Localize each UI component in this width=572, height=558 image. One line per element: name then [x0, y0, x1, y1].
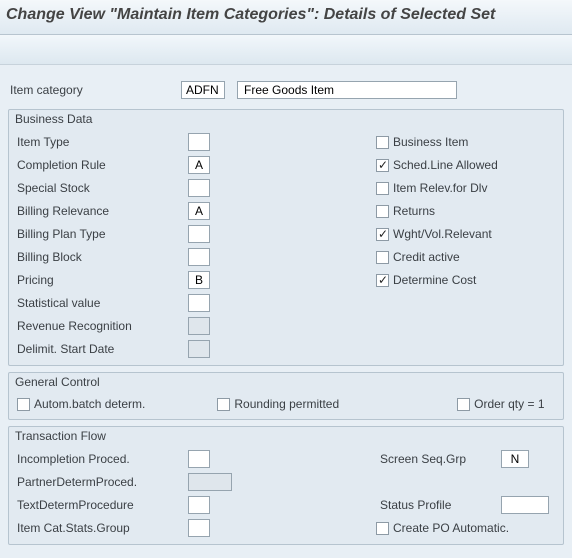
rounding-permitted[interactable]: Rounding permitted: [217, 397, 339, 411]
text-determ-procedure-input[interactable]: [188, 496, 210, 514]
wght-vol-relevant-label: Wght/Vol.Relevant: [393, 227, 492, 241]
business-item-label: Business Item: [393, 135, 468, 149]
credit-active-checkbox[interactable]: [376, 251, 389, 264]
statistical-value-input[interactable]: [188, 294, 210, 312]
status-profile-input[interactable]: [501, 496, 549, 514]
delimit-start-date-row: Delimit. Start Date: [13, 338, 368, 360]
pricing-input[interactable]: [188, 271, 210, 289]
page-title: Change View "Maintain Item Categories": …: [0, 0, 572, 35]
special-stock-input[interactable]: [188, 179, 210, 197]
sched-line-allowed-row[interactable]: Sched.Line Allowed: [376, 154, 559, 176]
item-cat-stats-group-label: Item Cat.Stats.Group: [13, 521, 188, 535]
group-title-business-data: Business Data: [15, 112, 92, 126]
special-stock-label: Special Stock: [13, 181, 188, 195]
delimit-start-date-input[interactable]: [188, 340, 210, 358]
returns-label: Returns: [393, 204, 435, 218]
autom-batch-checkbox[interactable]: [17, 398, 30, 411]
pricing-label: Pricing: [13, 273, 188, 287]
item-relev-for-dlv-row[interactable]: Item Relev.for Dlv: [376, 177, 559, 199]
completion-rule-input[interactable]: [188, 156, 210, 174]
screen-seq-input[interactable]: [501, 450, 529, 468]
sched-line-allowed-checkbox[interactable]: [376, 159, 389, 172]
revenue-recognition-label: Revenue Recognition: [13, 319, 188, 333]
create-po-checkbox[interactable]: [376, 522, 389, 535]
item-category-desc-input[interactable]: [237, 81, 457, 99]
pricing-row: Pricing: [13, 269, 368, 291]
partner-determ-proced-row: PartnerDetermProced.: [13, 471, 368, 493]
order-qty-1[interactable]: Order qty = 1: [457, 397, 544, 411]
billing-relevance-label: Billing Relevance: [13, 204, 188, 218]
credit-active-row[interactable]: Credit active: [376, 246, 559, 268]
delimit-start-date-label: Delimit. Start Date: [13, 342, 188, 356]
group-title-transaction-flow: Transaction Flow: [15, 429, 106, 443]
credit-active-label: Credit active: [393, 250, 460, 264]
item-category-label: Item category: [6, 83, 181, 97]
business-item-checkbox[interactable]: [376, 136, 389, 149]
item-type-label: Item Type: [13, 135, 188, 149]
statistical-value-label: Statistical value: [13, 296, 188, 310]
partner-determ-proced-label: PartnerDetermProced.: [13, 475, 188, 489]
determine-cost-row[interactable]: Determine Cost: [376, 269, 559, 291]
completion-rule-label: Completion Rule: [13, 158, 188, 172]
partner-determ-proced-input[interactable]: [188, 473, 232, 491]
rounding-label: Rounding permitted: [234, 397, 339, 411]
business-item-row[interactable]: Business Item: [376, 131, 559, 153]
text-determ-procedure-row: TextDetermProcedure: [13, 494, 368, 516]
text-determ-procedure-label: TextDetermProcedure: [13, 498, 188, 512]
incompletion-proced-label: Incompletion Proced.: [13, 452, 188, 466]
item-category-code-input[interactable]: [181, 81, 225, 99]
wght-vol-relevant-checkbox[interactable]: [376, 228, 389, 241]
item-cat-stats-group-input[interactable]: [188, 519, 210, 537]
item-cat-stats-group-row: Item Cat.Stats.Group: [13, 517, 368, 539]
group-title-general-control: General Control: [15, 375, 100, 389]
group-transaction-flow: Transaction Flow Incompletion Proced. Par…: [8, 426, 564, 545]
header-row: Item category: [6, 79, 566, 101]
billing-plan-type-row: Billing Plan Type: [13, 223, 368, 245]
returns-checkbox[interactable]: [376, 205, 389, 218]
toolbar-spacer: [0, 35, 572, 65]
item-relev-for-dlv-checkbox[interactable]: [376, 182, 389, 195]
item-type-input[interactable]: [188, 133, 210, 151]
order-qty-label: Order qty = 1: [474, 397, 544, 411]
revenue-recognition-input[interactable]: [188, 317, 210, 335]
status-profile-label: Status Profile: [376, 498, 501, 512]
revenue-recognition-row: Revenue Recognition: [13, 315, 368, 337]
statistical-value-row: Statistical value: [13, 292, 368, 314]
completion-rule-row: Completion Rule: [13, 154, 368, 176]
item-type-row: Item Type: [13, 131, 368, 153]
create-po-label: Create PO Automatic.: [393, 521, 509, 535]
sched-line-allowed-label: Sched.Line Allowed: [393, 158, 498, 172]
screen-seq-label: Screen Seq.Grp: [376, 452, 501, 466]
incompletion-proced-input[interactable]: [188, 450, 210, 468]
group-business-data: Business Data Item Type Completion Rule Sp…: [8, 109, 564, 366]
billing-relevance-input[interactable]: [188, 202, 210, 220]
incompletion-proced-row: Incompletion Proced.: [13, 448, 368, 470]
billing-block-row: Billing Block: [13, 246, 368, 268]
rounding-checkbox[interactable]: [217, 398, 230, 411]
autom-batch-label: Autom.batch determ.: [34, 397, 145, 411]
order-qty-checkbox[interactable]: [457, 398, 470, 411]
group-general-control: General Control Autom.batch determ. Roun…: [8, 372, 564, 420]
item-relev-for-dlv-label: Item Relev.for Dlv: [393, 181, 487, 195]
billing-relevance-row: Billing Relevance: [13, 200, 368, 222]
special-stock-row: Special Stock: [13, 177, 368, 199]
determine-cost-label: Determine Cost: [393, 273, 476, 287]
autom-batch-determ[interactable]: Autom.batch determ.: [17, 397, 145, 411]
wght-vol-relevant-row[interactable]: Wght/Vol.Relevant: [376, 223, 559, 245]
billing-block-label: Billing Block: [13, 250, 188, 264]
returns-row[interactable]: Returns: [376, 200, 559, 222]
billing-block-input[interactable]: [188, 248, 210, 266]
billing-plan-type-input[interactable]: [188, 225, 210, 243]
determine-cost-checkbox[interactable]: [376, 274, 389, 287]
billing-plan-type-label: Billing Plan Type: [13, 227, 188, 241]
